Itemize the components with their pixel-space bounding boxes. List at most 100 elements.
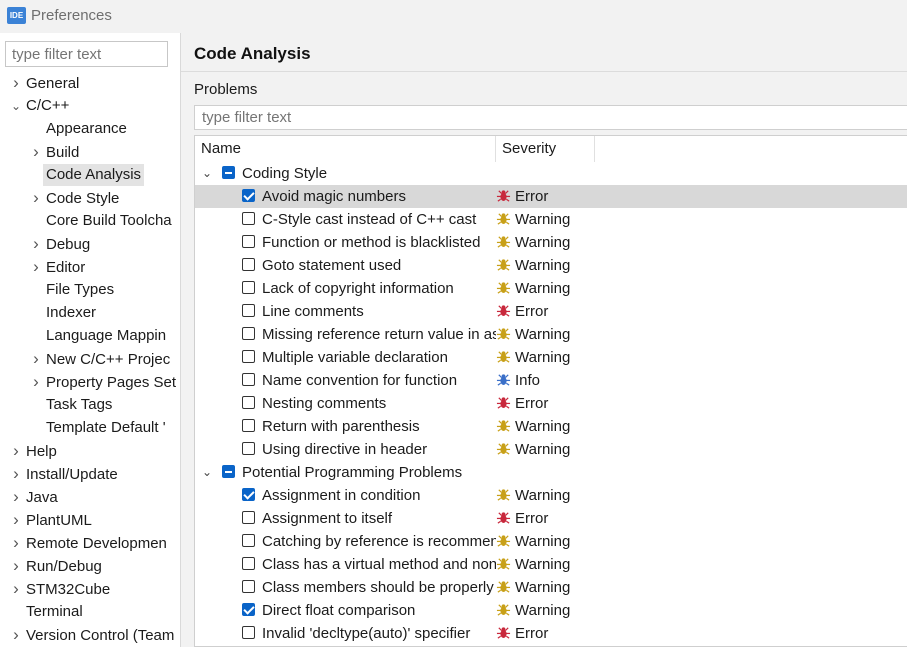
tree-item[interactable]: › Version Control (Team bbox=[9, 624, 177, 646]
problem-checkbox[interactable] bbox=[242, 235, 255, 248]
tree-item[interactable]: › Install/Update bbox=[9, 463, 121, 485]
severity-cell[interactable]: Warning bbox=[496, 553, 570, 576]
chevron-down-icon[interactable]: ⌄ bbox=[9, 95, 23, 117]
severity-cell[interactable]: Warning bbox=[496, 254, 570, 277]
severity-cell[interactable]: Error bbox=[496, 392, 548, 415]
table-row[interactable]: Return with parenthesis Warning bbox=[195, 415, 907, 438]
severity-cell[interactable]: Warning bbox=[496, 415, 570, 438]
chevron-right-icon[interactable]: › bbox=[9, 578, 23, 600]
chevron-right-icon[interactable]: › bbox=[9, 463, 23, 485]
table-row[interactable]: Using directive in header Warning bbox=[195, 438, 907, 461]
tree-item[interactable]: › Run/Debug bbox=[9, 555, 105, 577]
table-row[interactable]: Catching by reference is recommen Warning bbox=[195, 530, 907, 553]
table-row[interactable]: Class has a virtual method and non- Warni… bbox=[195, 553, 907, 576]
tree-item[interactable]: › New C/C++ Projec bbox=[29, 348, 173, 370]
tree-item[interactable]: ⌄ C/C++ bbox=[9, 95, 72, 117]
chevron-down-icon[interactable]: ⌄ bbox=[200, 162, 214, 185]
tree-item[interactable]: Task Tags bbox=[29, 394, 115, 416]
tree-item[interactable]: › Code Style bbox=[29, 187, 122, 209]
chevron-right-icon[interactable]: › bbox=[9, 509, 23, 531]
table-row[interactable]: Direct float comparison Warning bbox=[195, 599, 907, 622]
problem-checkbox[interactable] bbox=[242, 557, 255, 570]
problem-checkbox[interactable] bbox=[242, 281, 255, 294]
group-checkbox[interactable] bbox=[222, 166, 235, 179]
chevron-right-icon[interactable]: › bbox=[9, 555, 23, 577]
severity-cell[interactable]: Info bbox=[496, 369, 540, 392]
tree-item[interactable]: › Remote Developmen bbox=[9, 532, 170, 554]
tree-item[interactable]: Indexer bbox=[29, 302, 99, 324]
tree-item[interactable]: › PlantUML bbox=[9, 509, 95, 531]
table-row[interactable]: Name convention for function Info bbox=[195, 369, 907, 392]
column-header-name[interactable]: Name bbox=[195, 136, 496, 162]
severity-cell[interactable]: Warning bbox=[496, 438, 570, 461]
chevron-right-icon[interactable]: › bbox=[29, 256, 43, 278]
group-checkbox[interactable] bbox=[222, 465, 235, 478]
table-row[interactable]: Goto statement used Warning bbox=[195, 254, 907, 277]
table-row[interactable]: Nesting comments Error bbox=[195, 392, 907, 415]
tree-item[interactable]: Code Analysis bbox=[29, 164, 145, 186]
tree-item[interactable]: Core Build Toolcha bbox=[29, 210, 175, 232]
tree-item[interactable]: Language Mappin bbox=[29, 325, 169, 347]
problem-checkbox[interactable] bbox=[242, 488, 255, 501]
tree-item[interactable]: › Property Pages Set bbox=[29, 371, 179, 393]
chevron-right-icon[interactable]: › bbox=[9, 72, 23, 94]
table-row[interactable]: Avoid magic numbers Error bbox=[195, 185, 907, 208]
chevron-right-icon[interactable]: › bbox=[9, 532, 23, 554]
severity-cell[interactable]: Error bbox=[496, 300, 548, 323]
problem-checkbox[interactable] bbox=[242, 396, 255, 409]
chevron-right-icon[interactable]: › bbox=[29, 371, 43, 393]
tree-item[interactable]: › General bbox=[9, 72, 82, 94]
chevron-right-icon[interactable]: › bbox=[29, 141, 43, 163]
table-row[interactable]: Multiple variable declaration Warning bbox=[195, 346, 907, 369]
column-header-severity[interactable]: Severity bbox=[496, 136, 595, 162]
chevron-right-icon[interactable]: › bbox=[9, 440, 23, 462]
table-row[interactable]: C-Style cast instead of C++ cast Warning bbox=[195, 208, 907, 231]
table-row[interactable]: Lack of copyright information Warning bbox=[195, 277, 907, 300]
tree-item[interactable]: Template Default ' bbox=[29, 417, 169, 439]
table-row[interactable]: Assignment to itself Error bbox=[195, 507, 907, 530]
chevron-down-icon[interactable]: ⌄ bbox=[200, 461, 214, 484]
chevron-right-icon[interactable]: › bbox=[29, 187, 43, 209]
tree-item[interactable]: › Editor bbox=[29, 256, 88, 278]
severity-cell[interactable]: Warning bbox=[496, 599, 570, 622]
chevron-right-icon[interactable]: › bbox=[29, 348, 43, 370]
problem-checkbox[interactable] bbox=[242, 511, 255, 524]
tree-item[interactable]: › Java bbox=[9, 486, 61, 508]
chevron-right-icon[interactable]: › bbox=[9, 624, 23, 646]
problem-checkbox[interactable] bbox=[242, 626, 255, 639]
problem-checkbox[interactable] bbox=[242, 442, 255, 455]
severity-cell[interactable]: Warning bbox=[496, 208, 570, 231]
problem-checkbox[interactable] bbox=[242, 580, 255, 593]
table-row[interactable]: Function or method is blacklisted Warning bbox=[195, 231, 907, 254]
severity-cell[interactable]: Warning bbox=[496, 346, 570, 369]
chevron-right-icon[interactable]: › bbox=[29, 233, 43, 255]
tree-item[interactable]: File Types bbox=[29, 279, 117, 301]
problem-checkbox[interactable] bbox=[242, 350, 255, 363]
severity-cell[interactable]: Warning bbox=[496, 231, 570, 254]
severity-cell[interactable]: Warning bbox=[496, 530, 570, 553]
table-row[interactable]: Line comments Error bbox=[195, 300, 907, 323]
tree-item[interactable]: Terminal bbox=[9, 601, 86, 623]
severity-cell[interactable]: Error bbox=[496, 622, 548, 645]
group-row[interactable]: ⌄ Coding Style bbox=[195, 162, 907, 185]
tree-item[interactable]: › Build bbox=[29, 141, 82, 163]
chevron-right-icon[interactable]: › bbox=[9, 486, 23, 508]
severity-cell[interactable]: Error bbox=[496, 185, 548, 208]
problem-checkbox[interactable] bbox=[242, 212, 255, 225]
problem-checkbox[interactable] bbox=[242, 373, 255, 386]
group-row[interactable]: ⌄ Potential Programming Problems bbox=[195, 461, 907, 484]
problem-checkbox[interactable] bbox=[242, 419, 255, 432]
severity-cell[interactable]: Warning bbox=[496, 576, 570, 599]
problem-checkbox[interactable] bbox=[242, 304, 255, 317]
problem-checkbox[interactable] bbox=[242, 327, 255, 340]
severity-cell[interactable]: Warning bbox=[496, 277, 570, 300]
problem-checkbox[interactable] bbox=[242, 189, 255, 202]
table-row[interactable]: Missing reference return value in as Warn… bbox=[195, 323, 907, 346]
severity-cell[interactable]: Error bbox=[496, 507, 548, 530]
table-row[interactable]: Class members should be properly Warning bbox=[195, 576, 907, 599]
problem-checkbox[interactable] bbox=[242, 534, 255, 547]
severity-cell[interactable]: Warning bbox=[496, 484, 570, 507]
table-row[interactable]: Invalid 'decltype(auto)' specifier Error bbox=[195, 622, 907, 645]
problems-filter-input[interactable] bbox=[194, 105, 907, 130]
tree-item[interactable]: › STM32Cube bbox=[9, 578, 113, 600]
